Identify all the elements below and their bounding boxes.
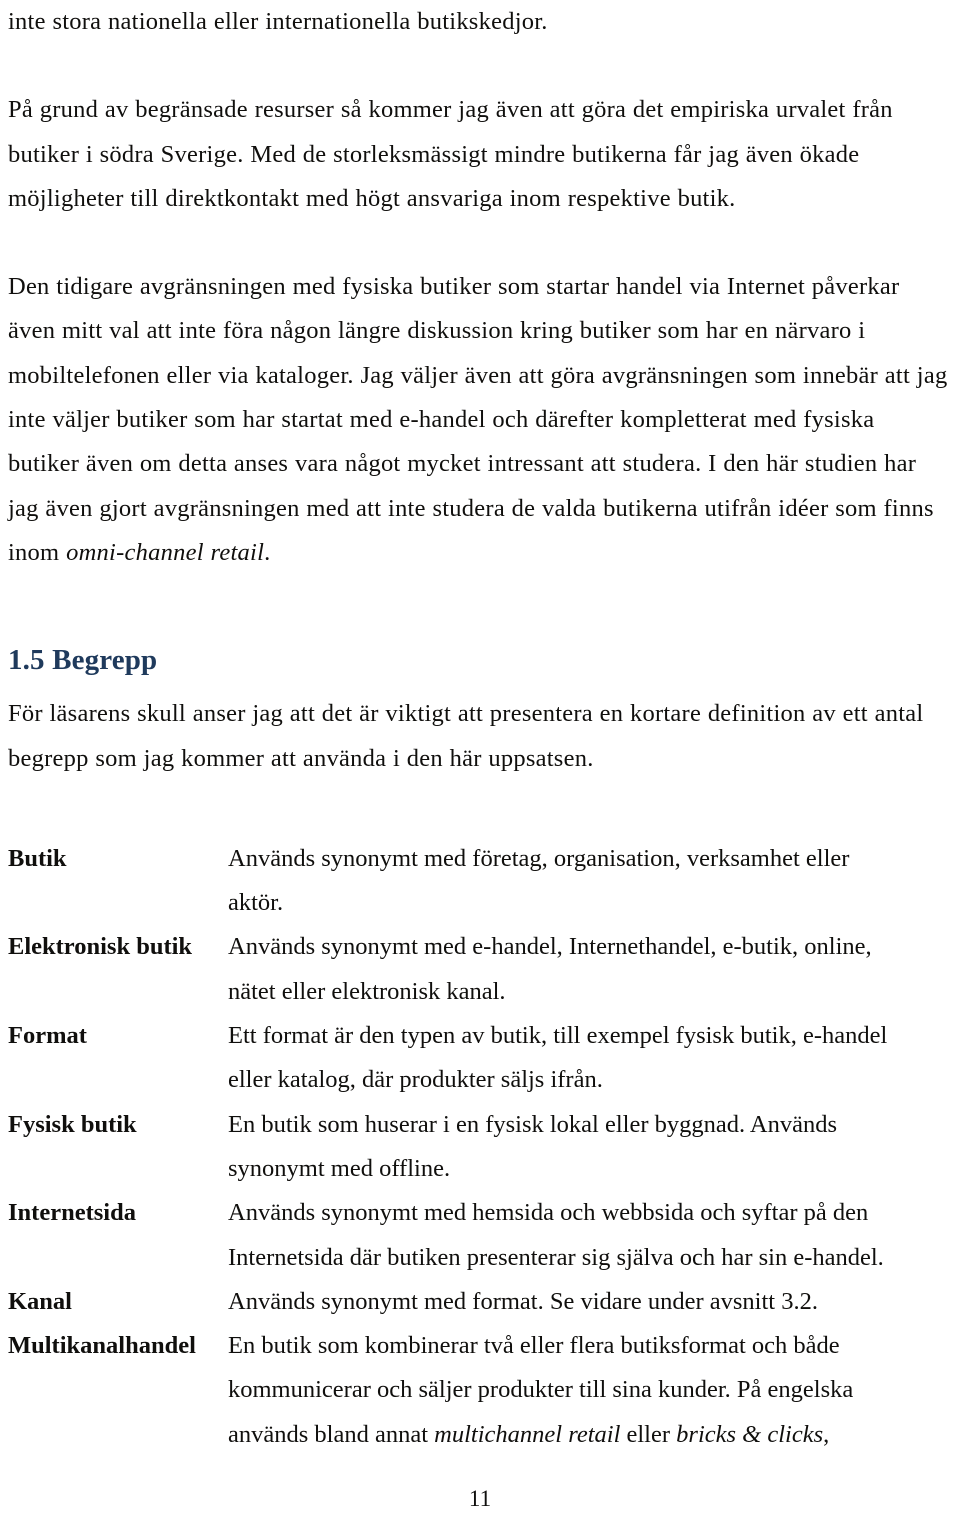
glossary-term: Elektronisk butik — [8, 933, 193, 961]
definition-line: nätet eller elektronisk kanal. — [228, 977, 506, 1005]
paragraph-line: Den tidigare avgränsningen med fysiska b… — [8, 273, 806, 301]
paragraph-line: För läsarens skull anser jag att det är … — [8, 700, 868, 728]
text-run: . — [264, 538, 271, 566]
glossary-row: Butik Används synonymt med företag, orga… — [8, 837, 950, 926]
definition-line: Används synonymt med företag, organisati… — [228, 844, 850, 872]
glossary-row: Kanal Används synonymt med format. Se vi… — [8, 1280, 950, 1324]
text-run: , — [823, 1420, 830, 1448]
definition-line: eller katalog, där produkter säljs ifrån… — [228, 1066, 603, 1094]
paragraph-continued: inte stora nationella eller internatione… — [8, 0, 948, 44]
paragraph-line: inte stora nationella eller internatione… — [8, 8, 548, 35]
glossary-term: Multikanalhandel — [8, 1332, 196, 1360]
glossary-row: Multikanalhandel En butik som kombinerar… — [8, 1324, 950, 1457]
glossary-row: Internetsida Används synonymt med hemsid… — [8, 1191, 950, 1280]
glossary-row: Elektronisk butik Används synonymt med e… — [8, 925, 950, 1014]
section-heading: 1.5 Begrepp — [8, 644, 158, 677]
paragraph-section-intro: För läsarens skull anser jag att det är … — [8, 692, 948, 781]
page-number: 11 — [468, 1486, 492, 1511]
glossary-list: Butik Används synonymt med företag, orga… — [8, 837, 950, 1457]
definition-line: Används synonymt med format. Se vidare u… — [228, 1287, 818, 1315]
definition-line: Används synonymt med e-handel, Interneth… — [228, 933, 872, 961]
glossary-term: Internetsida — [8, 1199, 136, 1227]
glossary-row: Format Ett format är den typen av butik,… — [8, 1014, 950, 1103]
glossary-definition: En butik som huserar i en fysisk lokal e… — [228, 1103, 950, 1192]
heading-spacer — [8, 679, 948, 692]
glossary-term: Fysisk butik — [8, 1110, 137, 1138]
glossary-definition: Används synonymt med e-handel, Interneth… — [228, 925, 950, 1014]
paragraph-line: På grund av begränsade resurser så komme… — [8, 96, 893, 124]
heading-spacer — [8, 575, 948, 641]
glossary-definition: Används synonymt med hemsida och webbsid… — [228, 1191, 950, 1280]
paragraph-resources: På grund av begränsade resurser så komme… — [8, 88, 948, 221]
paragraph-delimitation: Den tidigare avgränsningen med fysiska b… — [8, 265, 948, 575]
definition-line: Internetsida där butiken presenterar sig… — [228, 1243, 884, 1271]
italic-term-omni-channel-retail: omni-channel retail — [66, 538, 265, 566]
glossary-definition: Används synonymt med format. Se vidare u… — [228, 1280, 950, 1324]
definition-line: Ett format är den typen av butik, till e… — [228, 1022, 888, 1050]
definition-line: kommunicerar och säljer produkter till s… — [228, 1376, 854, 1404]
glossary-definition: En butik som kombinerar två eller flera … — [228, 1324, 950, 1457]
definition-line: En butik som huserar i en fysisk lokal e… — [228, 1110, 837, 1138]
definition-line: aktör. — [228, 889, 284, 917]
paragraph-line: butiker i södra Sverige. Med de storleks… — [8, 140, 860, 168]
glossary-definition: Används synonymt med företag, organisati… — [228, 837, 950, 926]
italic-term-multichannel-retail: multichannel retail — [434, 1420, 621, 1448]
glossary-term: Kanal — [8, 1287, 72, 1315]
document-page: inte stora nationella eller internatione… — [0, 0, 960, 1531]
glossary-term: Butik — [8, 844, 67, 872]
glossary-row: Fysisk butik En butik som huserar i en f… — [8, 1103, 950, 1192]
definition-line: En butik som kombinerar två eller flera … — [228, 1332, 840, 1360]
definition-line: Används synonymt med hemsida och webbsid… — [228, 1199, 869, 1227]
definition-line: synonymt med offline. — [228, 1154, 451, 1182]
text-run: används bland annat — [228, 1420, 435, 1448]
italic-term-bricks-and-clicks: bricks & clicks — [676, 1420, 824, 1448]
paragraph-line: möjligheter till direktkontakt med högt … — [8, 184, 736, 212]
glossary-definition: Ett format är den typen av butik, till e… — [228, 1014, 950, 1103]
text-run: eller — [620, 1420, 677, 1448]
definition-line-final: används bland annat multichannel retail … — [228, 1413, 950, 1457]
glossary-term: Format — [8, 1022, 87, 1050]
